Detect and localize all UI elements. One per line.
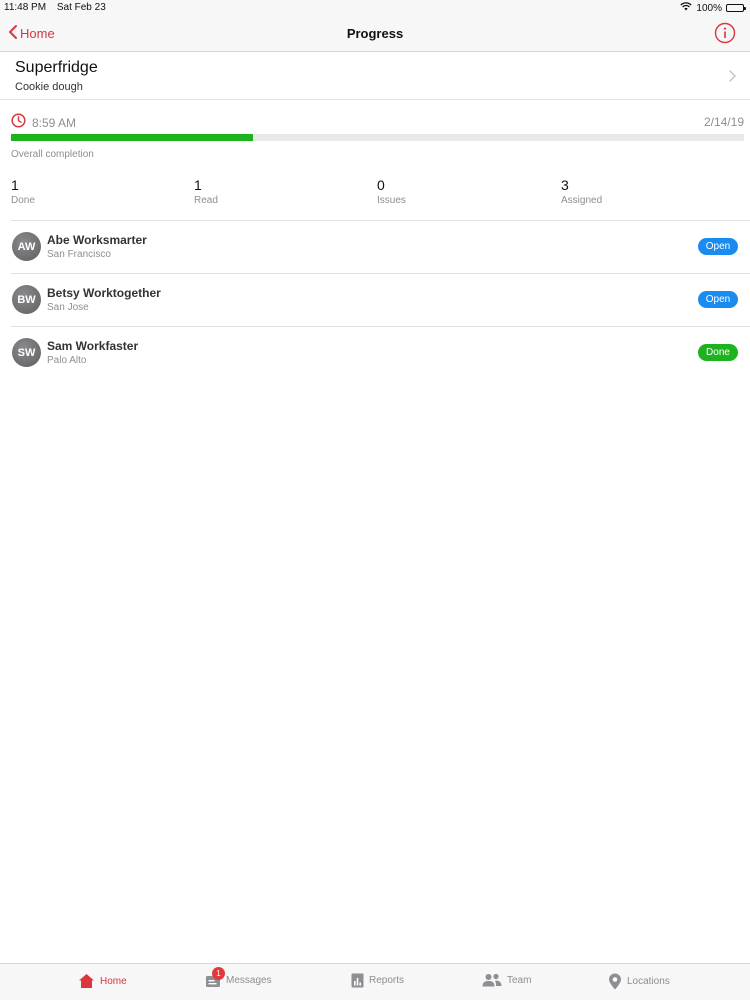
table-row[interactable]: BW Betsy Worktogether San Jose Open (0, 274, 750, 327)
task-title: Superfridge (15, 59, 98, 76)
tab-bar: Home 1 Messages Reports Team Locations (0, 963, 750, 1000)
tab-team[interactable]: Team (482, 973, 531, 987)
task-time-text: 8:59 AM (32, 116, 77, 130)
chevron-right-icon (728, 69, 737, 87)
overall-progress-fill (11, 134, 253, 141)
avatar: AW (12, 232, 41, 261)
tab-label: Reports (369, 975, 405, 986)
tab-label: Team (507, 974, 532, 986)
info-button[interactable] (714, 22, 736, 49)
battery-icon (726, 4, 746, 12)
assignee-list: AW Abe Worksmarter San Francisco Open BW… (0, 221, 750, 380)
tab-messages[interactable]: 1 Messages (205, 967, 272, 988)
task-date: 2/14/19 (703, 115, 744, 129)
status-badge: Open (698, 238, 738, 255)
avatar: BW (12, 285, 41, 314)
notification-badge: 1 (212, 967, 225, 980)
stat-label: Issues (377, 195, 406, 206)
overall-progress-bar (11, 134, 744, 141)
info-icon (714, 22, 736, 48)
stat-value: 1 (194, 177, 202, 193)
clock-icon (11, 113, 26, 133)
stat-label: Done (11, 195, 35, 206)
assignee-name: Abe Worksmarter (47, 233, 147, 247)
completion-label: Overall completion (11, 149, 94, 160)
team-icon (482, 973, 502, 987)
navigation-bar: Home Progress (0, 16, 750, 52)
stat-issues: 0 Issues (377, 177, 406, 206)
stats-row: 1 Done 1 Read 0 Issues 3 Assigned (0, 177, 750, 209)
assignee-location: San Francisco (47, 249, 111, 260)
wifi-icon (680, 2, 693, 14)
stat-read: 1 Read (194, 177, 218, 206)
assignee-location: San Jose (47, 302, 89, 313)
stat-label: Read (194, 195, 218, 206)
stat-done: 1 Done (11, 177, 35, 206)
status-bar: 11:48 PM Sat Feb 23 100% (0, 0, 750, 16)
location-pin-icon (608, 973, 622, 990)
task-subtitle: Cookie dough (15, 81, 83, 93)
home-icon (78, 973, 95, 989)
tab-label: Locations (627, 976, 670, 987)
tab-reports[interactable]: Reports (351, 973, 404, 988)
stat-value: 0 (377, 177, 385, 193)
assignee-name: Sam Workfaster (47, 339, 139, 353)
battery-percent: 100% (696, 2, 722, 14)
tab-home[interactable]: Home (78, 973, 127, 989)
tab-locations[interactable]: Locations (608, 973, 670, 990)
stat-assigned: 3 Assigned (561, 177, 602, 206)
tab-label: Home (100, 975, 127, 987)
page-title: Progress (346, 26, 404, 41)
assignee-location: Palo Alto (47, 355, 87, 366)
stat-value: 1 (11, 177, 19, 193)
assignee-name: Betsy Worktogether (47, 286, 161, 300)
stat-label: Assigned (561, 195, 603, 206)
task-time: 8:59 AM (11, 113, 76, 133)
stat-value: 3 (561, 177, 569, 193)
task-header-row[interactable]: Superfridge Cookie dough (0, 52, 750, 100)
status-badge: Open (698, 291, 738, 308)
status-date: Sat Feb 23 (56, 2, 106, 13)
table-row[interactable]: AW Abe Worksmarter San Francisco Open (0, 221, 750, 274)
messages-icon: 1 (205, 967, 225, 988)
table-row[interactable]: SW Sam Workfaster Palo Alto Done (0, 327, 750, 380)
status-badge: Done (698, 344, 738, 361)
status-time: 11:48 PM (4, 2, 47, 13)
reports-icon (351, 973, 364, 988)
avatar: SW (12, 338, 41, 367)
tab-label: Messages (226, 975, 272, 986)
